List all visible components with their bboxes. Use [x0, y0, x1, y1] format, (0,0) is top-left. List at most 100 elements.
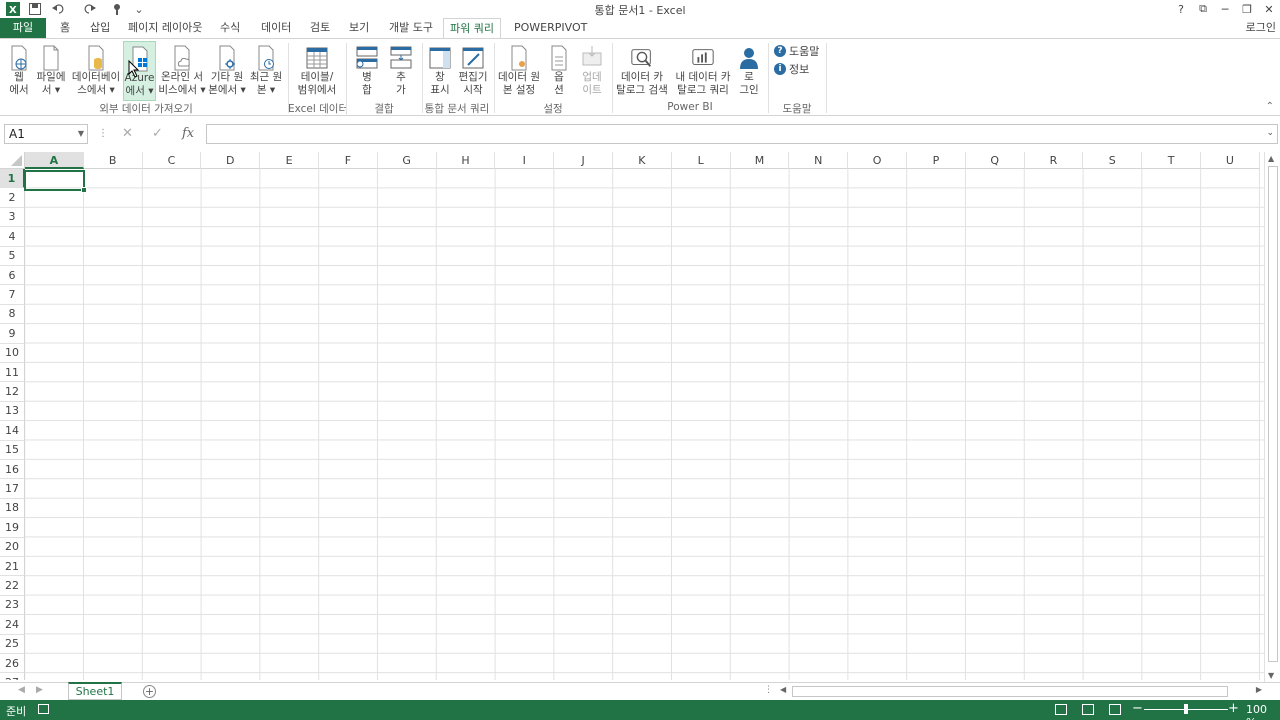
row-header-25[interactable]: 25 — [0, 634, 25, 654]
column-header-s[interactable]: S — [1083, 152, 1143, 169]
maximize-button[interactable]: ❐ — [1236, 0, 1258, 18]
page-layout-view-icon[interactable] — [1082, 704, 1094, 715]
column-header-i[interactable]: I — [495, 152, 555, 169]
my-data-catalog-queries-button[interactable]: 내 데이터 카 탈로그 쿼리 — [673, 41, 733, 101]
sign-in-link[interactable]: 로그인 — [1246, 18, 1276, 38]
scroll-down-icon[interactable]: ▼ — [1268, 671, 1274, 680]
ribbon-display-options-button[interactable]: ⧉ — [1192, 0, 1214, 18]
horizontal-scroll-thumb[interactable] — [792, 686, 1228, 697]
page-break-preview-icon[interactable] — [1109, 704, 1121, 715]
chevron-down-icon[interactable]: ▼ — [78, 125, 84, 143]
minimize-button[interactable]: ─ — [1214, 0, 1236, 18]
data-catalog-search-button[interactable]: 데이터 카 탈로그 검색 — [614, 41, 670, 101]
help-button[interactable]: ? — [1170, 0, 1192, 18]
column-header-t[interactable]: T — [1142, 152, 1201, 169]
row-header-19[interactable]: 19 — [0, 518, 25, 538]
tab-insert[interactable]: 삽입 — [84, 18, 116, 38]
from-database-button[interactable]: 데이터베이 스에서 ▾ — [70, 41, 122, 101]
help-small-button[interactable]: ? 도움말 — [774, 43, 819, 59]
launch-editor-button[interactable]: 편집기 시작 — [456, 41, 490, 101]
column-header-e[interactable]: E — [260, 152, 319, 169]
tab-data[interactable]: 데이터 — [255, 18, 297, 38]
scroll-right-icon[interactable]: ▶ — [1256, 685, 1262, 694]
row-header-11[interactable]: 11 — [0, 363, 25, 383]
row-header-16[interactable]: 16 — [0, 460, 25, 480]
tab-developer[interactable]: 개발 도구 — [383, 18, 439, 38]
options-button[interactable]: 옵 션 — [546, 41, 572, 101]
zoom-out-button[interactable]: − — [1132, 701, 1143, 716]
from-file-button[interactable]: 파일에 서 ▾ — [34, 41, 68, 101]
from-table-range-button[interactable]: 테이블/ 범위에서 — [294, 41, 340, 101]
row-header-12[interactable]: 12 — [0, 382, 25, 402]
zoom-slider-thumb[interactable] — [1184, 704, 1188, 714]
fill-handle[interactable] — [81, 187, 87, 193]
column-header-l[interactable]: L — [671, 152, 731, 169]
row-header-4[interactable]: 4 — [0, 227, 25, 247]
vertical-scrollbar[interactable]: ▲ ▼ — [1264, 152, 1280, 682]
from-other-sources-button[interactable]: 기타 원 본에서 ▾ — [208, 41, 246, 101]
column-header-n[interactable]: N — [789, 152, 849, 169]
sheet-nav-prev-icon[interactable]: ◀ — [18, 685, 25, 695]
column-header-p[interactable]: P — [907, 152, 966, 169]
tab-review[interactable]: 검토 — [304, 18, 336, 38]
tab-file[interactable]: 파일 — [0, 18, 46, 38]
row-header-8[interactable]: 8 — [0, 304, 25, 325]
confirm-entry-button[interactable]: ✓ — [152, 124, 163, 144]
column-header-u[interactable]: U — [1201, 152, 1260, 169]
merge-button[interactable]: 병 합 — [352, 41, 382, 101]
row-header-24[interactable]: 24 — [0, 615, 25, 635]
row-header-6[interactable]: 6 — [0, 266, 25, 286]
worksheet-grid[interactable]: ABCDEFGHIJKLMNOPQRSTU 1 2 3 4 5 6 7 8 9 10 11 12 13 1… — [0, 152, 1264, 680]
column-header-h[interactable]: H — [436, 152, 496, 169]
append-button[interactable]: 추 가 — [386, 41, 416, 101]
formula-input[interactable]: ⌄ — [206, 124, 1278, 144]
row-header-5[interactable]: 5 — [0, 246, 25, 266]
row-header-1[interactable]: 1 — [0, 169, 25, 189]
tab-view[interactable]: 보기 — [343, 18, 375, 38]
column-header-a[interactable]: A — [25, 152, 84, 169]
column-header-r[interactable]: R — [1024, 152, 1084, 169]
column-header-j[interactable]: J — [554, 152, 613, 169]
sheet-nav-next-icon[interactable]: ▶ — [36, 685, 43, 695]
tab-power-query[interactable]: 파워 쿼리 — [443, 18, 501, 39]
from-web-button[interactable]: 웹 에서 — [6, 41, 32, 101]
close-button[interactable]: ✕ — [1258, 0, 1280, 18]
row-header-9[interactable]: 9 — [0, 324, 25, 344]
row-header-23[interactable]: 23 — [0, 595, 25, 616]
row-header-20[interactable]: 20 — [0, 537, 25, 557]
row-header-21[interactable]: 21 — [0, 557, 25, 577]
scroll-up-icon[interactable]: ▲ — [1268, 154, 1274, 163]
row-header-22[interactable]: 22 — [0, 576, 25, 596]
sign-in-button[interactable]: 로 그인 — [736, 41, 762, 101]
row-header-13[interactable]: 13 — [0, 401, 25, 422]
row-header-17[interactable]: 17 — [0, 479, 25, 499]
cancel-entry-button[interactable]: ✕ — [122, 124, 133, 144]
vertical-scroll-thumb[interactable] — [1268, 166, 1278, 662]
tab-powerpivot[interactable]: POWERPIVOT — [508, 18, 593, 38]
update-button[interactable]: 업데 이트 — [576, 41, 608, 101]
row-header-7[interactable]: 7 — [0, 285, 25, 305]
column-header-k[interactable]: K — [613, 152, 672, 169]
recent-sources-button[interactable]: 최근 원 본 ▾ — [248, 41, 284, 101]
add-sheet-button[interactable]: + — [143, 685, 156, 698]
row-header-10[interactable]: 10 — [0, 343, 25, 363]
active-cell[interactable] — [24, 170, 87, 193]
insert-function-button[interactable]: fx — [182, 124, 194, 144]
column-header-g[interactable]: G — [377, 152, 437, 169]
row-header-3[interactable]: 3 — [0, 207, 25, 228]
expand-formula-bar-icon[interactable]: ⌄ — [1266, 128, 1274, 138]
horizontal-scrollbar[interactable]: ◀ ▶ — [778, 685, 1264, 699]
tab-home[interactable]: 홈 — [54, 18, 76, 38]
cells-area[interactable] — [25, 169, 1264, 680]
collapse-ribbon-button[interactable]: ⌃ — [1266, 101, 1274, 112]
column-header-f[interactable]: F — [319, 152, 378, 169]
column-header-c[interactable]: C — [142, 152, 202, 169]
zoom-in-button[interactable]: + — [1228, 701, 1239, 716]
column-header-q[interactable]: Q — [965, 152, 1025, 169]
scroll-left-icon[interactable]: ◀ — [780, 685, 786, 694]
from-online-service-button[interactable]: 온라인 서 비스에서 ▾ — [158, 41, 206, 101]
zoom-percent[interactable]: 100 % — [1246, 703, 1280, 720]
macro-record-icon[interactable] — [38, 704, 49, 714]
about-button[interactable]: i 정보 — [774, 61, 809, 77]
column-header-b[interactable]: B — [83, 152, 143, 169]
